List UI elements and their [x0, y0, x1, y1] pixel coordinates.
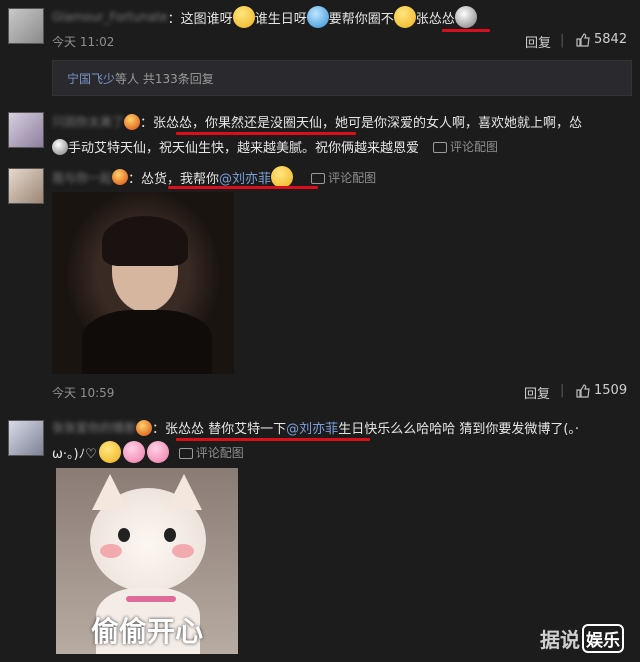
- emoji-icon: [122, 441, 145, 463]
- avatar[interactable]: [8, 112, 44, 148]
- comment-text: ：: [152, 422, 166, 437]
- comment-text: ω·。)ﾉ♡: [52, 446, 97, 462]
- comment-image[interactable]: 偷偷开心: [56, 468, 238, 654]
- image-caption: 偷偷开心: [90, 615, 203, 648]
- comment-4-body: 张张爱你的情歌 ： 张怂怂 替你艾特一下 @刘亦菲 生日快乐么么哈哈哈 猜到你要…: [52, 418, 579, 437]
- vip-badge-icon: [112, 169, 129, 185]
- pic-comment-link[interactable]: 评论配图: [433, 138, 498, 155]
- timestamp: 今天 10:59: [52, 386, 115, 400]
- comment-image[interactable]: [52, 192, 234, 374]
- comment-text: 要帮你圈不: [328, 11, 394, 27]
- username[interactable]: 我与你一起: [52, 169, 112, 186]
- emoji-icon: [232, 6, 255, 28]
- highlight-underline: [168, 186, 318, 189]
- replies-summary[interactable]: 宁国飞少 等人 共133条回复: [52, 60, 632, 96]
- watermark-text: 娱乐: [582, 624, 624, 653]
- comment-text: 谁生日呀: [254, 11, 307, 27]
- comment-text: 生日快乐么么哈哈哈 猜到你要发微博了(。·: [338, 422, 580, 437]
- divider: |: [560, 33, 565, 48]
- emoji-icon: [454, 6, 477, 28]
- like-button[interactable]: 1509: [576, 383, 627, 398]
- image-icon: [433, 142, 448, 153]
- pic-comment-label: 评论配图: [328, 170, 377, 185]
- emoji-icon: [98, 441, 121, 463]
- avatar[interactable]: [8, 168, 44, 204]
- image-icon: [178, 447, 193, 459]
- mention-link[interactable]: @刘亦菲: [286, 418, 338, 437]
- mention-link[interactable]: @刘亦菲: [219, 168, 271, 187]
- emoji-icon: [306, 6, 329, 28]
- watermark-text: 据说: [540, 628, 580, 652]
- thumb-up-icon: [576, 383, 590, 398]
- emoji-icon: [271, 166, 294, 188]
- comment-text: 张怂怂 替你艾特一下: [165, 422, 287, 437]
- comment-2-line2: 手动艾特天仙，祝天仙生快，越来越美腻。祝你俩越来越恩爱 评论配图: [52, 137, 498, 156]
- emoji-icon: [52, 138, 68, 155]
- reply-button[interactable]: 回复: [524, 383, 550, 402]
- reply-button[interactable]: 回复: [525, 32, 551, 51]
- thumb-up-icon: [576, 32, 590, 47]
- comment-text-underlined: 张怂怂，你果然还是没圈天仙: [153, 116, 323, 131]
- username[interactable]: Glamour_Fortunate: [52, 10, 168, 24]
- comment-text: 手动艾特天仙，祝天仙生快，越来越美腻。祝你俩越来越恩爱: [68, 141, 420, 156]
- timestamp: 今天 11:02: [52, 35, 115, 49]
- highlight-underline: [442, 29, 490, 32]
- comment-2-body: 只因你太美了 ： 张怂怂，你果然还是没圈天仙 ，她可是你深爱的女人啊，喜欢她就上…: [52, 112, 582, 131]
- vip-badge-icon: [124, 113, 141, 130]
- like-count: 5842: [594, 32, 628, 47]
- vip-badge-icon: [136, 419, 153, 436]
- username[interactable]: 张张爱你的情歌: [52, 419, 136, 436]
- pic-comment-label: 评论配图: [450, 140, 499, 154]
- comment-text: ：: [140, 116, 154, 131]
- divider: |: [560, 383, 565, 398]
- pic-comment-link[interactable]: 评论配图: [178, 444, 244, 461]
- reply-usernames[interactable]: 宁国飞少: [67, 70, 115, 87]
- emoji-icon: [146, 441, 169, 463]
- reply-count-text: 等人 共133条回复: [115, 71, 214, 86]
- like-button[interactable]: 5842: [576, 32, 627, 47]
- pic-comment-label: 评论配图: [195, 445, 244, 460]
- comment-1-body: Glamour_Fortunate ：这图谁呀 谁生日呀 要帮你圈不 张怂怂: [52, 6, 477, 28]
- image-icon: [311, 172, 326, 184]
- comment-text: ：: [128, 171, 142, 187]
- avatar[interactable]: [8, 420, 44, 456]
- mention-text: 张怂怂: [415, 11, 455, 27]
- comment-text: ：这图谁呀: [167, 11, 233, 27]
- reply-label: 回复: [524, 387, 551, 402]
- like-count: 1509: [594, 383, 628, 398]
- emoji-icon: [393, 6, 416, 28]
- avatar[interactable]: [8, 8, 44, 44]
- comment-4-line2: ω·。)ﾉ♡ 评论配图: [52, 441, 244, 463]
- pic-comment-link[interactable]: 评论配图: [311, 169, 376, 186]
- watermark: 据说 娱乐: [540, 624, 624, 653]
- username[interactable]: 只因你太美了: [52, 113, 124, 130]
- reply-label: 回复: [525, 36, 552, 51]
- highlight-underline: [176, 132, 356, 135]
- comment-text: ，她可是你深爱的女人啊，喜欢她就上啊，怂: [322, 116, 583, 131]
- comment-3-body: 我与你一起 ： 怂货，我帮你 @刘亦菲 评论配图: [52, 166, 376, 188]
- comment-text: 怂货，我帮你: [141, 171, 220, 187]
